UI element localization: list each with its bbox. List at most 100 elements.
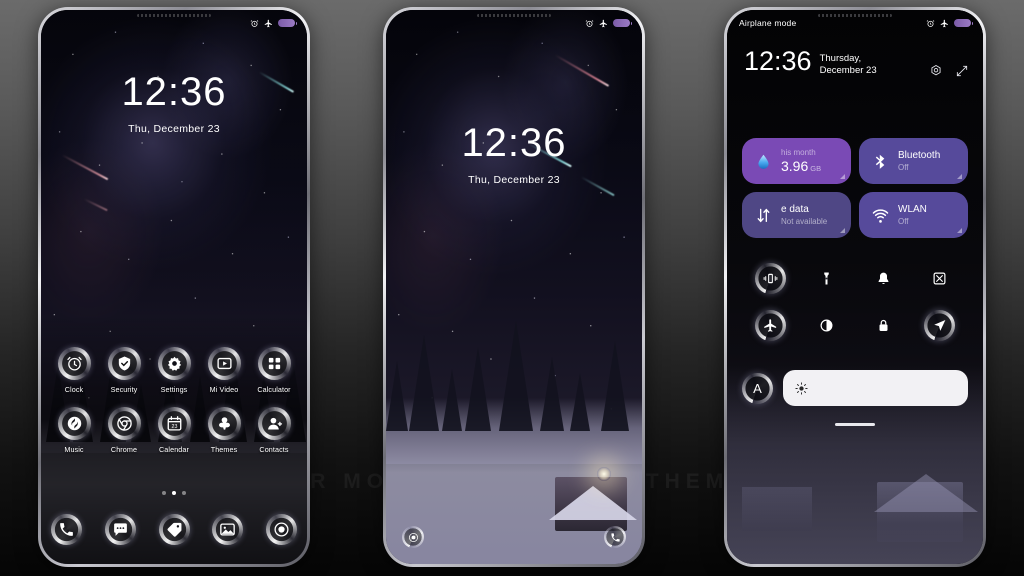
page-dot[interactable] <box>182 491 186 495</box>
tile-value: 3.96 <box>781 158 809 175</box>
home-date: Thu, December 23 <box>128 123 220 135</box>
brightness-icon <box>795 381 808 395</box>
app-icon-badge[interactable] <box>107 347 141 380</box>
tile-status: Not available <box>781 217 828 227</box>
calculator-icon <box>268 357 280 370</box>
screenshot-icon <box>933 272 946 285</box>
dock-gallery[interactable] <box>212 514 244 545</box>
tile-mobile-data[interactable]: e data Not available <box>742 192 851 238</box>
app-label: Music <box>64 445 84 454</box>
phone-device-control-center: Airplane mode 12:36 Thursday, December 2… <box>724 7 986 567</box>
app-calendar[interactable]: 23 Calendar <box>149 407 199 454</box>
tile-title: WLAN <box>898 203 927 215</box>
music-icon <box>67 416 81 431</box>
lock-time: 12:36 <box>461 121 567 165</box>
lock-icon <box>879 319 888 331</box>
toggle-ringer[interactable] <box>868 263 899 294</box>
phone-icon <box>60 523 73 536</box>
lockscreen-camera-shortcut[interactable] <box>402 526 424 548</box>
tile-status: Off <box>898 217 909 227</box>
alarm-icon <box>926 19 935 27</box>
tile-expand-corner[interactable] <box>957 228 962 233</box>
phone3-screen: Airplane mode 12:36 Thursday, December 2… <box>727 10 983 564</box>
camera-icon <box>408 532 418 542</box>
earpiece-speaker <box>477 14 551 17</box>
page-dot[interactable] <box>162 491 166 495</box>
app-icon-badge[interactable] <box>257 407 291 440</box>
dock-market[interactable] <box>158 514 190 545</box>
toggle-lock[interactable] <box>868 310 899 341</box>
contrast-icon <box>820 319 833 332</box>
toggle-vibrate[interactable] <box>754 263 786 294</box>
quick-toggles <box>742 263 968 341</box>
tile-status: Off <box>898 163 909 173</box>
alarm-icon <box>250 19 259 27</box>
tile-top-label: his month <box>781 147 816 157</box>
app-calculator[interactable]: Calculator <box>249 347 299 394</box>
tile-icon-wrap <box>869 153 891 170</box>
toggle-dark-mode[interactable] <box>811 310 842 341</box>
toggle-flashlight[interactable] <box>811 263 842 294</box>
app-themes[interactable]: Themes <box>199 407 249 454</box>
play-icon <box>216 357 232 370</box>
themes-icon <box>218 417 230 430</box>
app-security[interactable]: Security <box>99 347 149 394</box>
dock-phone[interactable] <box>51 514 82 545</box>
app-icon-badge[interactable] <box>257 347 291 380</box>
contacts-icon <box>267 417 282 430</box>
airplane-mode-label: Airplane mode <box>739 18 797 28</box>
brightness-slider[interactable] <box>783 370 968 406</box>
data-transfer-icon <box>757 208 769 222</box>
app-icon-badge[interactable]: 23 <box>157 407 191 440</box>
tile-wlan[interactable]: WLAN Off <box>859 192 968 238</box>
home-indicator[interactable] <box>835 423 875 426</box>
app-chrome[interactable]: Chrome <box>99 407 149 454</box>
page-dot[interactable] <box>172 491 176 495</box>
app-label: Contacts <box>259 445 289 454</box>
app-clock[interactable]: Clock <box>49 347 99 394</box>
dock-camera[interactable] <box>266 514 297 545</box>
app-icon-badge[interactable] <box>157 347 191 380</box>
home-time: 12:36 <box>121 70 227 114</box>
app-mi-video[interactable]: Mi Video <box>199 347 249 394</box>
calendar-icon: 23 <box>167 416 181 431</box>
app-label: Security <box>110 385 138 394</box>
phone2-clock-widget: 12:36 Thu, December 23 <box>386 123 642 186</box>
app-label: Clock <box>64 385 84 394</box>
phone-device-lock: 12:36 Thu, December 23 <box>383 7 645 567</box>
toggle-airplane[interactable] <box>754 310 786 341</box>
app-music[interactable]: Music <box>49 407 99 454</box>
battery-icon <box>954 19 973 27</box>
app-settings[interactable]: Settings <box>149 347 199 394</box>
app-label: Mi Video <box>209 385 239 394</box>
tile-expand-corner[interactable] <box>840 174 845 179</box>
edit-icon[interactable] <box>955 64 969 83</box>
app-label: Calculator <box>257 385 291 394</box>
app-icon-badge[interactable] <box>207 407 241 440</box>
cc-date: Thursday, December 23 <box>819 53 877 76</box>
tile-expand-corner[interactable] <box>957 174 962 179</box>
toggle-location[interactable] <box>924 310 956 341</box>
app-icon-badge[interactable] <box>207 347 241 380</box>
gear-icon[interactable] <box>929 64 943 83</box>
earpiece-speaker <box>818 14 892 17</box>
svg-text:23: 23 <box>171 424 177 430</box>
page-indicator[interactable] <box>41 491 307 495</box>
tile-bluetooth[interactable]: Bluetooth Off <box>859 138 968 184</box>
app-label: Chrome <box>110 445 138 454</box>
battery-icon <box>278 19 297 27</box>
app-icon-badge[interactable] <box>107 407 141 440</box>
flashlight-icon <box>824 272 829 285</box>
dock-messages[interactable] <box>104 514 136 545</box>
gear-icon <box>167 356 181 371</box>
tile-expand-corner[interactable] <box>840 228 845 233</box>
location-icon <box>934 320 946 331</box>
app-contacts[interactable]: Contacts <box>249 407 299 454</box>
lockscreen-phone-shortcut[interactable] <box>604 526 626 548</box>
app-icon-badge[interactable] <box>57 347 91 380</box>
auto-brightness-button[interactable]: A <box>742 372 773 404</box>
tile-data-usage[interactable]: his month 3.96 GB <box>742 138 851 184</box>
toggle-screenshot[interactable] <box>924 263 955 294</box>
gallery-icon <box>220 523 236 536</box>
app-icon-badge[interactable] <box>57 407 91 440</box>
